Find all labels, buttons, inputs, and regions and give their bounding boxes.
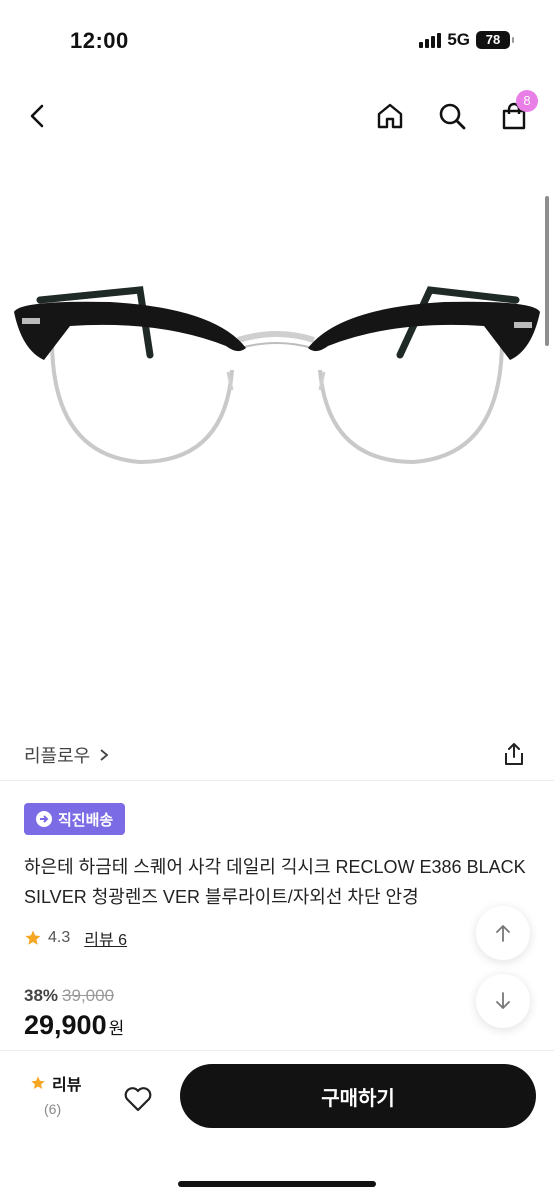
scroll-down-button[interactable] bbox=[476, 974, 530, 1028]
review-link[interactable]: 리뷰 6 bbox=[84, 926, 127, 950]
product-image[interactable] bbox=[0, 150, 554, 730]
battery-icon: 78 bbox=[476, 31, 514, 49]
star-icon bbox=[25, 930, 41, 945]
rating-row: 4.3 리뷰 6 bbox=[24, 926, 127, 950]
chevron-right-icon bbox=[100, 749, 109, 761]
back-icon bbox=[30, 104, 44, 128]
direct-shipping-label: 직진배송 bbox=[58, 811, 114, 829]
glasses-illustration bbox=[14, 286, 540, 465]
arrow-down-icon bbox=[496, 992, 510, 1009]
scroll-up-button[interactable] bbox=[476, 906, 530, 960]
top-nav: 8 bbox=[0, 88, 554, 144]
bottom-action-bar: 리뷰 (6) 구매하기 bbox=[0, 1050, 554, 1200]
star-icon bbox=[31, 1076, 45, 1089]
review-summary[interactable]: 리뷰 (6) bbox=[30, 1071, 81, 1117]
shipping-arrow-icon bbox=[36, 811, 52, 827]
divider bbox=[0, 780, 554, 781]
cart-button[interactable]: 8 bbox=[492, 90, 538, 138]
network-type: 5G bbox=[447, 30, 470, 49]
final-price: 29,900 bbox=[24, 1010, 107, 1040]
home-indicator bbox=[178, 1181, 376, 1187]
direct-shipping-badge: 직진배송 bbox=[24, 803, 126, 835]
review-count: (6) bbox=[44, 1101, 62, 1117]
back-button[interactable] bbox=[16, 94, 60, 138]
wishlist-button[interactable] bbox=[116, 1077, 160, 1121]
heart-icon bbox=[124, 1087, 152, 1112]
share-icon bbox=[505, 743, 523, 765]
price-unit: 원 bbox=[108, 1019, 125, 1038]
status-bar: 12:00 5G 78 bbox=[0, 0, 554, 84]
search-button[interactable] bbox=[430, 94, 474, 138]
status-indicators: 5G 78 bbox=[419, 30, 514, 50]
home-icon bbox=[377, 103, 403, 129]
share-button[interactable] bbox=[498, 738, 530, 770]
home-button[interactable] bbox=[368, 94, 412, 138]
search-icon bbox=[439, 103, 466, 130]
status-time: 12:00 bbox=[70, 28, 129, 53]
cart-count-badge: 8 bbox=[516, 90, 538, 112]
brand-row: 리플로우 bbox=[0, 730, 554, 780]
brand-link[interactable]: 리플로우 bbox=[24, 742, 110, 768]
original-price: 39,000 bbox=[62, 986, 115, 1005]
buy-button[interactable]: 구매하기 bbox=[180, 1064, 536, 1128]
price-area: 38% 39,000 29,900 원 bbox=[24, 986, 124, 1041]
brand-name: 리플로우 bbox=[24, 746, 91, 766]
discount-rate: 38% bbox=[24, 986, 59, 1005]
signal-icon bbox=[419, 32, 442, 48]
review-label: 리뷰 bbox=[52, 1077, 82, 1094]
rating-value: 4.3 bbox=[48, 929, 71, 946]
discount-row: 38% 39,000 bbox=[24, 986, 124, 1006]
arrow-up-icon bbox=[496, 925, 510, 942]
final-price-row: 29,900 원 bbox=[24, 1010, 124, 1041]
product-title: 하은테 하금테 스퀘어 사각 데일리 긱시크 RECLOW E386 BLACK… bbox=[24, 857, 526, 907]
